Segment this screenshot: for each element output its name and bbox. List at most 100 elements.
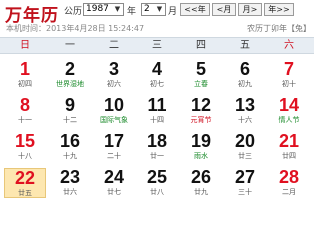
day-number: 19 — [190, 131, 212, 151]
local-time-text: 本机时间：2013年4月28日 15:24:47 — [6, 24, 145, 33]
year-select[interactable]: 1987 ▼ — [83, 3, 124, 16]
day-lunar: 二十 — [107, 152, 121, 160]
day-cell[interactable]: 27 三十 — [224, 168, 266, 198]
day-cell[interactable]: 24 廿七 — [93, 168, 135, 198]
day-lunar: 廿九 — [194, 188, 208, 196]
day-cell[interactable]: 15 十八 — [4, 132, 46, 162]
day-solar-term: 立春 — [194, 80, 208, 88]
month-select[interactable]: 2 ▼ — [141, 3, 166, 16]
day-number: 28 — [278, 167, 300, 187]
month-label: 月 — [168, 7, 178, 17]
day-number: 20 — [234, 131, 256, 151]
day-number: 21 — [278, 131, 300, 151]
day-lunar: 十八 — [18, 152, 32, 160]
day-cell[interactable]: 17 二十 — [93, 132, 135, 162]
day-number: 22 — [14, 168, 36, 188]
day-number: 1 — [19, 59, 30, 79]
day-lunar: 廿七 — [107, 188, 121, 196]
day-cell[interactable]: 21 廿四 — [268, 132, 310, 162]
day-number: 17 — [103, 131, 125, 151]
day-number: 26 — [190, 167, 212, 187]
day-number: 16 — [59, 131, 81, 151]
day-cell[interactable]: 23 廿六 — [49, 168, 91, 198]
chevron-down-icon: ▼ — [114, 5, 121, 13]
day-number: 5 — [195, 59, 206, 79]
day-lunar: 初四 — [18, 80, 32, 88]
day-cell[interactable]: 26 廿九 — [180, 168, 222, 198]
gregorian-label: 公历 — [64, 7, 83, 17]
weekday-sat: 六 — [284, 40, 294, 51]
day-cell[interactable]: 18 廿一 — [136, 132, 178, 162]
day-number: 4 — [151, 59, 162, 79]
day-number: 25 — [146, 167, 168, 187]
day-lunar: 初十 — [282, 80, 296, 88]
day-cell[interactable]: 8 十一 — [4, 96, 46, 126]
day-cell[interactable]: 13 十六 — [224, 96, 266, 126]
day-lunar: 初七 — [150, 80, 164, 88]
next-month-button[interactable]: 月> — [238, 3, 262, 16]
day-cell[interactable]: 20 廿三 — [224, 132, 266, 162]
day-cell[interactable]: 16 十九 — [49, 132, 91, 162]
day-cell[interactable]: 6 初九 — [224, 60, 266, 90]
day-lunar: 廿八 — [150, 188, 164, 196]
weekday-mon: 一 — [65, 40, 75, 51]
lunar-year-text: 农历丁卯年【兔】 — [247, 24, 311, 33]
weekday-thu: 四 — [196, 40, 206, 51]
weekday-header: 日 一 二 三 四 五 六 — [0, 37, 314, 54]
next-year-button[interactable]: 年>> — [264, 3, 294, 16]
day-cell-today[interactable]: 22 廿五 — [4, 168, 46, 198]
day-lunar: 十六 — [238, 116, 252, 124]
weekday-tue: 二 — [109, 40, 119, 51]
chevron-down-icon: ▼ — [156, 5, 163, 13]
day-lunar: 十九 — [63, 152, 77, 160]
day-lunar: 二月 — [282, 188, 296, 196]
day-number: 24 — [103, 167, 125, 187]
day-number: 18 — [146, 131, 168, 151]
day-number: 7 — [283, 59, 294, 79]
day-lunar: 三十 — [238, 188, 252, 196]
day-cell[interactable]: 7 初十 — [268, 60, 310, 90]
day-cell[interactable]: 3 初六 — [93, 60, 135, 90]
day-number: 11 — [147, 95, 167, 115]
day-cell[interactable]: 5 立春 — [180, 60, 222, 90]
day-number: 3 — [108, 59, 119, 79]
day-lunar: 廿四 — [282, 152, 296, 160]
day-lunar: 初九 — [238, 80, 252, 88]
year-select-value: 1987 — [86, 4, 109, 14]
day-cell[interactable]: 1 初四 — [4, 60, 46, 90]
day-lunar: 十四 — [150, 116, 164, 124]
day-number: 27 — [234, 167, 256, 187]
day-cell[interactable]: 4 初七 — [136, 60, 178, 90]
day-number: 10 — [103, 95, 125, 115]
day-number: 23 — [59, 167, 81, 187]
day-cell[interactable]: 10 国际气象 — [93, 96, 135, 126]
year-label: 年 — [127, 7, 137, 17]
day-cell[interactable]: 11 十四 — [136, 96, 178, 126]
weekday-sun: 日 — [20, 40, 30, 51]
prev-month-button[interactable]: <月 — [212, 3, 236, 16]
day-festival: 国际气象 — [100, 116, 128, 124]
day-festival: 世界湿地 — [56, 80, 84, 88]
day-lunar: 廿五 — [18, 189, 32, 197]
day-cell[interactable]: 28 二月 — [268, 168, 310, 198]
day-number: 15 — [14, 131, 36, 151]
day-cell[interactable]: 2 世界湿地 — [49, 60, 91, 90]
weekday-fri: 五 — [240, 40, 250, 51]
day-cell[interactable]: 14 情人节 — [268, 96, 310, 126]
day-lunar: 廿三 — [238, 152, 252, 160]
prev-year-button[interactable]: <<年 — [180, 3, 210, 16]
day-number: 14 — [278, 95, 300, 115]
day-festival: 元宵节 — [190, 116, 212, 124]
day-lunar: 十二 — [63, 116, 77, 124]
day-lunar: 初六 — [107, 80, 121, 88]
day-number: 9 — [64, 95, 75, 115]
day-lunar: 十一 — [18, 116, 32, 124]
month-select-value: 2 — [144, 4, 150, 14]
day-cell[interactable]: 12 元宵节 — [180, 96, 222, 126]
day-number: 12 — [190, 95, 212, 115]
day-festival: 情人节 — [278, 116, 300, 124]
day-cell[interactable]: 9 十二 — [49, 96, 91, 126]
day-lunar: 廿六 — [63, 188, 77, 196]
day-cell[interactable]: 25 廿八 — [136, 168, 178, 198]
day-cell[interactable]: 19 雨水 — [180, 132, 222, 162]
